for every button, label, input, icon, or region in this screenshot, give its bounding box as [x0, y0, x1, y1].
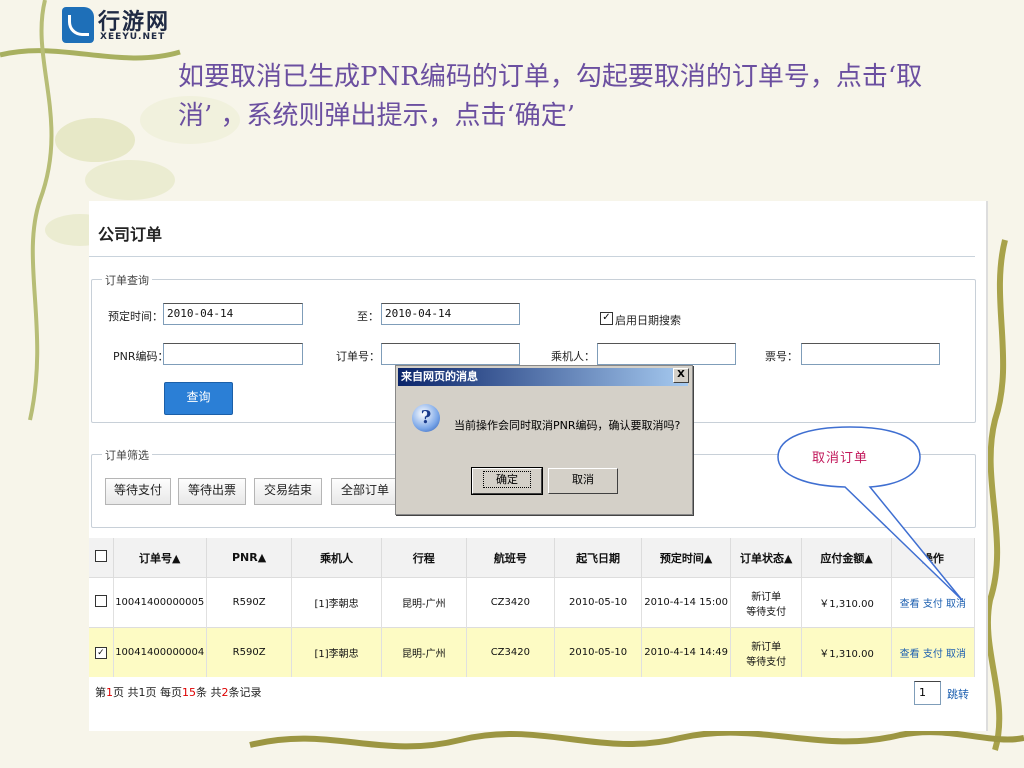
col-actions: 操作: [891, 538, 976, 578]
orders-table: 订单号▲ PNR▲ 乘机人 行程 航班号 起飞日期 预定时间▲ 订单状态▲ 应付…: [89, 538, 976, 677]
passenger-cell: [1]李朝忠: [291, 627, 382, 677]
select-all-checkbox[interactable]: [94, 550, 107, 562]
status-line-2: 等待支付: [746, 656, 787, 668]
passenger-label: 乘机人：: [551, 350, 595, 363]
col-flight: 航班号: [466, 538, 555, 578]
pager-text: 页 共: [113, 686, 139, 699]
query-legend: 订单查询: [102, 272, 152, 288]
pnr-cell: R590Z: [206, 627, 293, 677]
pnr-input[interactable]: [163, 343, 303, 365]
pager-text: 页 每页: [145, 686, 183, 699]
status-line-1: 新订单: [751, 591, 782, 603]
col-order-status[interactable]: 订单状态▲: [730, 538, 803, 578]
cancel-link[interactable]: 取消: [946, 649, 966, 660]
current-page: 1: [106, 686, 113, 699]
date-cell: 2010-05-10: [554, 577, 643, 628]
col-departure-date: 起飞日期: [554, 538, 643, 578]
logo-icon: [62, 7, 94, 43]
view-link[interactable]: 查看: [900, 649, 920, 660]
dialog-message: 当前操作会同时取消PNR编码，确认要取消吗?: [454, 419, 681, 432]
route-cell: 昆明-广州: [381, 577, 467, 628]
amount-cell: ￥1,310.00: [801, 627, 892, 677]
status-line-1: 新订单: [751, 641, 782, 653]
logo: 行游网 XEEYU.NET: [62, 4, 187, 46]
pay-link[interactable]: 支付: [923, 649, 943, 660]
row-checkbox[interactable]: [94, 595, 107, 607]
col-amount[interactable]: 应付金额▲: [801, 538, 892, 578]
route-cell: 昆明-广州: [381, 627, 467, 677]
col-route: 行程: [381, 538, 467, 578]
total-pages: 1: [138, 686, 146, 699]
filter-await-ticket-button[interactable]: 等待出票: [178, 478, 246, 505]
actions-cell: 查看 支付 取消: [891, 577, 976, 628]
page-title: 公司订单: [98, 225, 163, 244]
booked-cell: 2010-4-14 15:00: [641, 577, 731, 628]
pnr-label: PNR编码：: [113, 350, 169, 363]
per-page: 15: [182, 686, 196, 699]
col-booking-time[interactable]: 预定时间▲: [641, 538, 731, 578]
date-to-input[interactable]: 2010-04-14: [381, 303, 520, 325]
ok-label: 确定: [483, 471, 531, 488]
close-icon[interactable]: X: [673, 368, 689, 383]
passenger-input[interactable]: [597, 343, 736, 365]
filter-all-orders-button[interactable]: 全部订单: [331, 478, 399, 505]
table-row: 10041400000005 R590Z [1]李朝忠 昆明-广州 CZ3420…: [89, 577, 976, 628]
order-no-input[interactable]: [381, 343, 520, 365]
pay-link[interactable]: 支付: [923, 599, 943, 610]
table-header-row: 订单号▲ PNR▲ 乘机人 行程 航班号 起飞日期 预定时间▲ 订单状态▲ 应付…: [89, 538, 976, 578]
logo-domain: XEEYU.NET: [100, 32, 166, 42]
filter-legend: 订单筛选: [102, 447, 152, 463]
booked-cell: 2010-4-14 14:49: [641, 627, 731, 677]
order-no-link[interactable]: 10041400000005: [113, 577, 207, 628]
order-no-link[interactable]: 10041400000004: [113, 627, 207, 677]
flight-cell: CZ3420: [466, 577, 555, 628]
page-number-input[interactable]: 1: [914, 681, 941, 705]
table-row: ✓ 10041400000004 R590Z [1]李朝忠 昆明-广州 CZ34…: [89, 627, 976, 677]
pager-text: 条记录: [228, 686, 262, 699]
col-order-no[interactable]: 订单号▲: [113, 538, 207, 578]
ticket-input[interactable]: [801, 343, 940, 365]
dialog-title: 来自网页的消息: [398, 368, 688, 386]
jump-link[interactable]: 跳转: [947, 686, 969, 702]
view-link[interactable]: 查看: [900, 599, 920, 610]
date-to-label: 至：: [357, 310, 379, 323]
callout-label: 取消订单: [812, 451, 869, 466]
filter-completed-button[interactable]: 交易结束: [254, 478, 322, 505]
enable-date-checkbox[interactable]: ✓: [600, 312, 613, 325]
flight-cell: CZ3420: [466, 627, 555, 677]
status-cell: 新订单 等待支付: [730, 577, 803, 628]
date-from-label: 预定时间：: [108, 310, 163, 323]
date-from-input[interactable]: 2010-04-14: [163, 303, 303, 325]
confirm-ok-button[interactable]: 确定: [471, 467, 543, 495]
pager-text: 第: [95, 686, 106, 699]
pager-text: 条 共: [196, 686, 222, 699]
row-select: ✓: [89, 627, 114, 677]
row-checkbox[interactable]: ✓: [94, 646, 107, 659]
search-button[interactable]: 查询: [164, 382, 233, 415]
confirm-dialog: 来自网页的消息 X ? 当前操作会同时取消PNR编码，确认要取消吗? 确定 取消: [395, 365, 693, 515]
actions-cell: 查看 支付 取消: [891, 627, 976, 677]
slide-heading: 如要取消已生成PNR编码的订单，勾起要取消的订单号，点击‘取消’ ，系统则弹出提…: [178, 62, 923, 131]
pnr-cell: R590Z: [206, 577, 293, 628]
ticket-label: 票号：: [765, 350, 798, 363]
date-cell: 2010-05-10: [554, 627, 643, 677]
row-select: [89, 577, 114, 628]
order-no-label: 订单号：: [336, 350, 380, 363]
cancel-link[interactable]: 取消: [946, 599, 966, 610]
confirm-cancel-button[interactable]: 取消: [548, 468, 618, 494]
amount-cell: ￥1,310.00: [801, 577, 892, 628]
passenger-cell: [1]李朝忠: [291, 577, 382, 628]
question-icon: ?: [412, 404, 440, 432]
pagination-info: 第1页 共1页 每页15条 共2条记录: [95, 684, 262, 700]
enable-date-label: 启用日期搜索: [615, 314, 681, 327]
status-line-2: 等待支付: [746, 606, 787, 618]
select-all-header: [89, 538, 114, 578]
col-passenger: 乘机人: [291, 538, 382, 578]
record-count: 2: [221, 686, 229, 699]
title-divider: [89, 256, 975, 257]
filter-await-payment-button[interactable]: 等待支付: [105, 478, 171, 505]
col-pnr[interactable]: PNR▲: [206, 538, 293, 578]
status-cell: 新订单 等待支付: [730, 627, 803, 677]
